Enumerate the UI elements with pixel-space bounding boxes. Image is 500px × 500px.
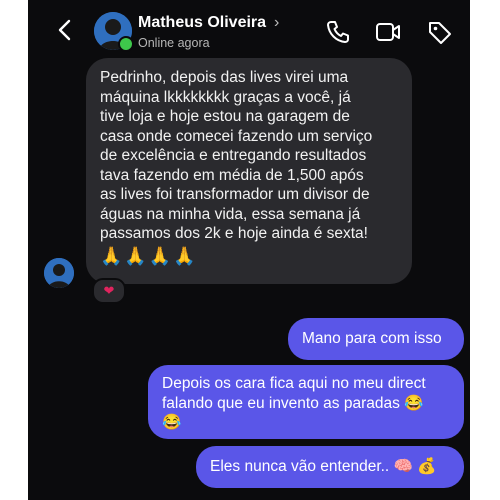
phone-icon[interactable] (324, 18, 352, 46)
incoming-message-text: Pedrinho, depois das lives virei uma máq… (100, 69, 373, 242)
incoming-message-emojis: 🙏🙏🙏🙏 (100, 245, 198, 266)
online-indicator (118, 36, 134, 52)
contact-name[interactable]: Matheus Oliveira (138, 14, 266, 32)
chevron-left-icon[interactable] (52, 16, 80, 44)
sender-avatar-photo (44, 258, 74, 288)
sender-avatar[interactable] (44, 258, 74, 288)
outgoing-message[interactable]: Mano para com isso (288, 318, 464, 360)
heart-reaction[interactable]: ❤ (92, 278, 126, 304)
contact-avatar[interactable] (94, 12, 134, 52)
chat-window: Matheus Oliveira › Online agora Pedrinho… (28, 0, 470, 500)
chevron-right-icon[interactable]: › (274, 14, 279, 32)
tag-icon[interactable] (426, 18, 454, 46)
chat-header: Matheus Oliveira › Online agora (28, 0, 470, 64)
outgoing-message[interactable]: Depois os cara fica aqui no meu direct f… (148, 365, 464, 439)
online-status: Online agora (138, 36, 210, 50)
outgoing-message[interactable]: Eles nunca vão entender.. 🧠 💰 (196, 446, 464, 488)
incoming-message[interactable]: Pedrinho, depois das lives virei uma máq… (86, 58, 412, 284)
video-icon[interactable] (374, 18, 402, 46)
